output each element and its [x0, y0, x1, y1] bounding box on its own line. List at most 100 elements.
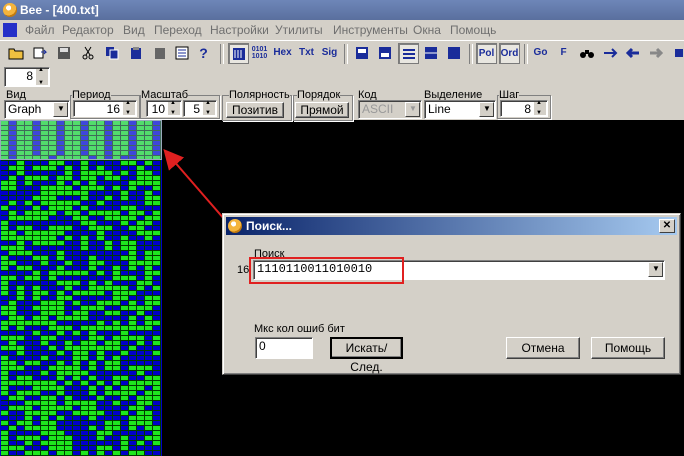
scale-spin-a[interactable]: 10 — [146, 100, 182, 117]
goto-button[interactable]: Go — [531, 43, 550, 62]
help-button[interactable]: Помощь — [591, 337, 665, 359]
chevron-down-icon[interactable] — [405, 102, 420, 117]
chevron-down-icon[interactable] — [648, 262, 663, 277]
layout-2-icon[interactable] — [375, 43, 394, 62]
step-spin[interactable]: 8 — [500, 100, 548, 117]
spin-arrows[interactable] — [168, 100, 180, 116]
menu-settings[interactable]: Настройки — [210, 23, 269, 37]
hex-view-button[interactable]: Hex — [273, 43, 292, 62]
menu-windows[interactable]: Окна — [413, 23, 441, 37]
row-count: 16 — [237, 264, 250, 276]
bit-cell — [33, 451, 41, 456]
menu-tools[interactable]: Инструменты — [333, 23, 408, 37]
bit-cell — [89, 451, 97, 456]
pol-label: Pol — [478, 48, 495, 59]
spin-arrows[interactable] — [123, 100, 135, 116]
extra-tool-icon[interactable] — [669, 43, 684, 62]
dialog-title-bar: Поиск... ✕ — [226, 217, 677, 235]
graph-view-icon[interactable] — [228, 43, 249, 64]
open-recent-icon[interactable] — [30, 43, 49, 62]
binoculars-icon[interactable] — [577, 43, 596, 62]
cancel-button[interactable]: Отмена — [506, 337, 580, 359]
polarity-button[interactable]: Pol — [476, 43, 497, 64]
order-button[interactable]: Ord — [499, 43, 520, 64]
polarity-positive-button[interactable]: Позитив — [226, 102, 284, 118]
bit-cell — [153, 451, 161, 456]
code-select[interactable]: ASCII — [358, 100, 422, 119]
find-button[interactable]: F — [554, 43, 573, 62]
help-icon[interactable]: ? — [194, 43, 213, 62]
step-value: 8 — [524, 102, 531, 116]
bit-cell — [145, 451, 153, 456]
spin-arrows[interactable] — [203, 100, 215, 116]
layout-4-icon[interactable] — [421, 43, 440, 62]
view-select[interactable]: Graph — [4, 100, 70, 119]
spin-arrows[interactable] — [534, 100, 546, 116]
paste-icon[interactable] — [126, 43, 145, 62]
window-title: Bee - [400.txt] — [20, 3, 99, 17]
clipboard-icon[interactable] — [150, 43, 169, 62]
search-next-button[interactable]: Искать/След. — [330, 337, 403, 374]
chevron-down-icon[interactable] — [479, 102, 494, 117]
document-icon[interactable] — [3, 23, 17, 37]
layout-3-icon[interactable] — [398, 43, 419, 64]
bit-cell — [9, 451, 17, 456]
bit-cell — [41, 451, 49, 456]
menu-file[interactable]: Файл — [25, 23, 55, 37]
top-spin[interactable]: 8 — [4, 67, 50, 87]
scale-value-b: 5 — [193, 102, 200, 116]
ord-label: Ord — [500, 48, 519, 59]
spin-arrows[interactable] — [36, 67, 48, 86]
bit-grid — [1, 121, 161, 456]
go-label: Go — [533, 47, 548, 58]
top-spin-value: 8 — [26, 69, 33, 83]
app-icon — [3, 3, 17, 17]
code-value: ASCII — [362, 102, 394, 116]
bit-cell — [137, 451, 145, 456]
sig-view-button[interactable]: Sig — [320, 43, 339, 62]
forward-arrow-icon[interactable] — [646, 43, 665, 62]
back-arrow-icon[interactable] — [623, 43, 642, 62]
replace-arrows-icon[interactable] — [600, 43, 619, 62]
save-icon[interactable] — [54, 43, 73, 62]
search-match-highlight — [0, 120, 162, 160]
f-label: F — [560, 47, 567, 58]
layout-5-icon[interactable] — [444, 43, 463, 62]
search-dialog: Поиск... ✕ Поиск 16 1110110011010010 Мкс… — [222, 213, 681, 375]
menu-help[interactable]: Помощь — [450, 23, 496, 37]
binary-label-bottom: 1010 — [251, 52, 268, 60]
menu-view[interactable]: Вид — [123, 23, 145, 37]
bit-cell — [105, 451, 113, 456]
bit-cell — [97, 451, 105, 456]
chevron-down-icon[interactable] — [53, 102, 68, 117]
close-icon[interactable]: ✕ — [659, 219, 675, 233]
polarity-label: Полярность — [229, 89, 290, 101]
period-spin[interactable]: 16 — [73, 100, 137, 117]
binary-view-button[interactable]: 0101 1010 — [250, 43, 269, 62]
bit-cell — [1, 451, 9, 456]
txt-label: Txt — [299, 47, 314, 58]
title-bar: Bee - [400.txt] — [0, 0, 684, 20]
properties-icon[interactable] — [172, 43, 191, 62]
cut-icon[interactable] — [78, 43, 97, 62]
selection-select[interactable]: Line — [424, 100, 496, 119]
scale-spin-b[interactable]: 5 — [183, 100, 217, 117]
txt-view-button[interactable]: Txt — [297, 43, 316, 62]
menu-utilities[interactable]: Утилиты — [275, 23, 323, 37]
menu-bar: Файл Редактор Вид Переход Настройки Утил… — [0, 20, 684, 40]
params-bar: Вид Graph Период 16 Масштаб 10 5 Полярно… — [0, 88, 684, 121]
max-errors-input[interactable]: 0 — [255, 337, 313, 359]
bit-graph-canvas[interactable] — [0, 120, 162, 456]
bit-cell — [129, 451, 137, 456]
layout-1-icon[interactable] — [352, 43, 371, 62]
menu-goto[interactable]: Переход — [154, 23, 202, 37]
bit-cell — [65, 451, 73, 456]
dialog-title: Поиск... — [246, 219, 293, 233]
selection-value: Line — [428, 102, 451, 116]
search-highlight-box — [249, 257, 404, 284]
open-folder-icon[interactable] — [6, 43, 25, 62]
copy-icon[interactable] — [102, 43, 121, 62]
menu-editor[interactable]: Редактор — [62, 23, 114, 37]
order-direct-button[interactable]: Прямой — [295, 102, 349, 118]
order-label: Порядок — [297, 89, 341, 101]
